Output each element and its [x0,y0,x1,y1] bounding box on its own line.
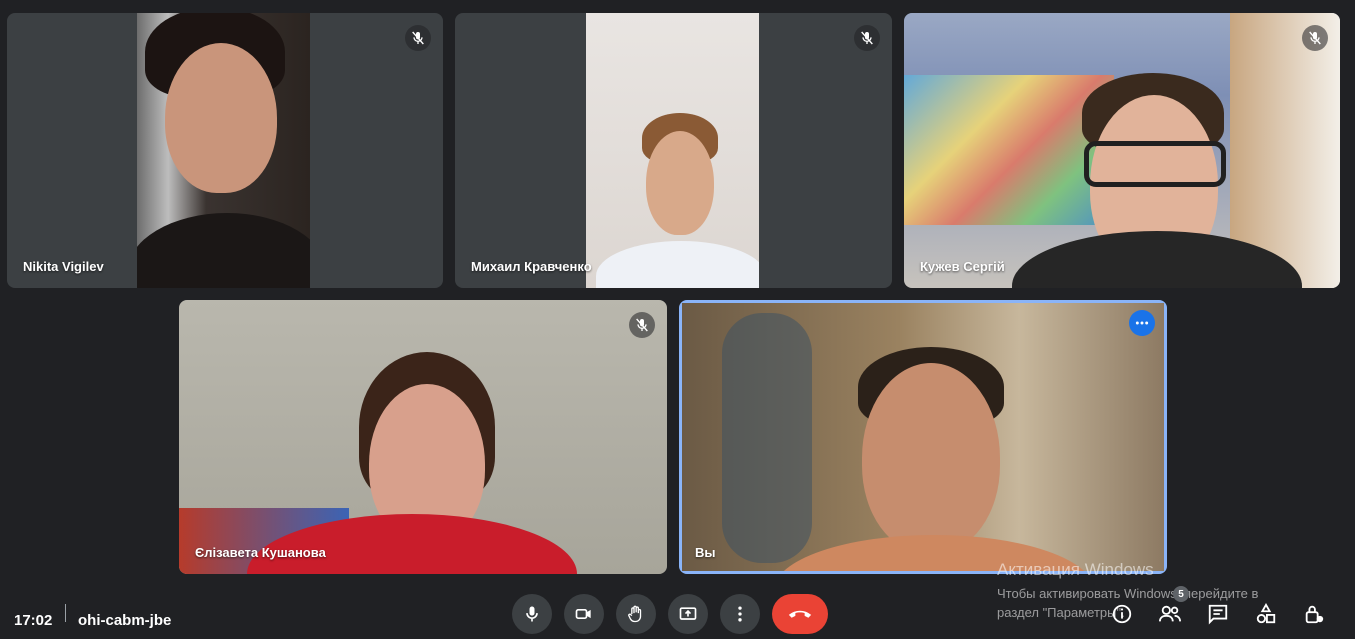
world-map [904,75,1114,225]
current-time: 17:02 [14,612,53,629]
lock-person-icon [1305,605,1324,624]
camera-button[interactable] [564,594,604,634]
more-options-button[interactable] [720,594,760,634]
participant-video [137,13,310,288]
activities-button[interactable] [1252,600,1280,628]
participant-name: Михаил Кравченко [471,259,592,274]
microphone-icon [526,606,538,622]
watermark-title: Активация Windows [997,560,1154,579]
meeting-details-button[interactable] [1108,600,1136,628]
participant-tile-4[interactable]: Єлізавета Кушанова [179,300,667,574]
participant-name: Єлізавета Кушанова [195,545,326,560]
participant-name: Вы [695,545,716,560]
hand-icon [628,605,642,623]
participant-tile-2[interactable]: Михаил Кравченко [455,13,892,288]
present-screen-button[interactable] [668,594,708,634]
participant-name: Кужев Сергій [920,259,1005,274]
activities-icon [1256,603,1276,624]
leave-call-button[interactable] [772,594,828,634]
hang-up-icon [788,610,812,618]
more-options-icon[interactable] [1129,310,1155,336]
mic-off-icon [854,25,880,51]
divider [65,604,66,622]
participant-video [586,13,759,288]
mic-off-icon [629,312,655,338]
people-count-badge: 5 [1173,586,1189,602]
participant-tile-1[interactable]: Nikita Vigilev [7,13,443,288]
mic-off-icon [1302,25,1328,51]
raise-hand-button[interactable] [616,594,656,634]
participant-tile-3[interactable]: Кужев Сергій [904,13,1340,288]
people-button[interactable] [1156,600,1184,628]
chat-icon [1208,604,1228,625]
present-screen-icon [679,607,697,620]
camera-icon [575,609,591,619]
host-controls-button[interactable] [1300,600,1328,628]
more-vert-icon [738,606,742,622]
mic-off-icon [405,25,431,51]
participant-video [904,13,1340,288]
participant-name: Nikita Vigilev [23,259,104,274]
microphone-button[interactable] [512,594,552,634]
participant-tile-self[interactable]: Вы [679,300,1167,574]
people-icon [1159,605,1181,622]
chat-button[interactable] [1204,600,1232,628]
participant-video [682,303,1164,571]
info-icon [1112,604,1132,624]
participant-video [179,300,667,574]
meeting-code: ohi-cabm-jbe [78,612,172,629]
